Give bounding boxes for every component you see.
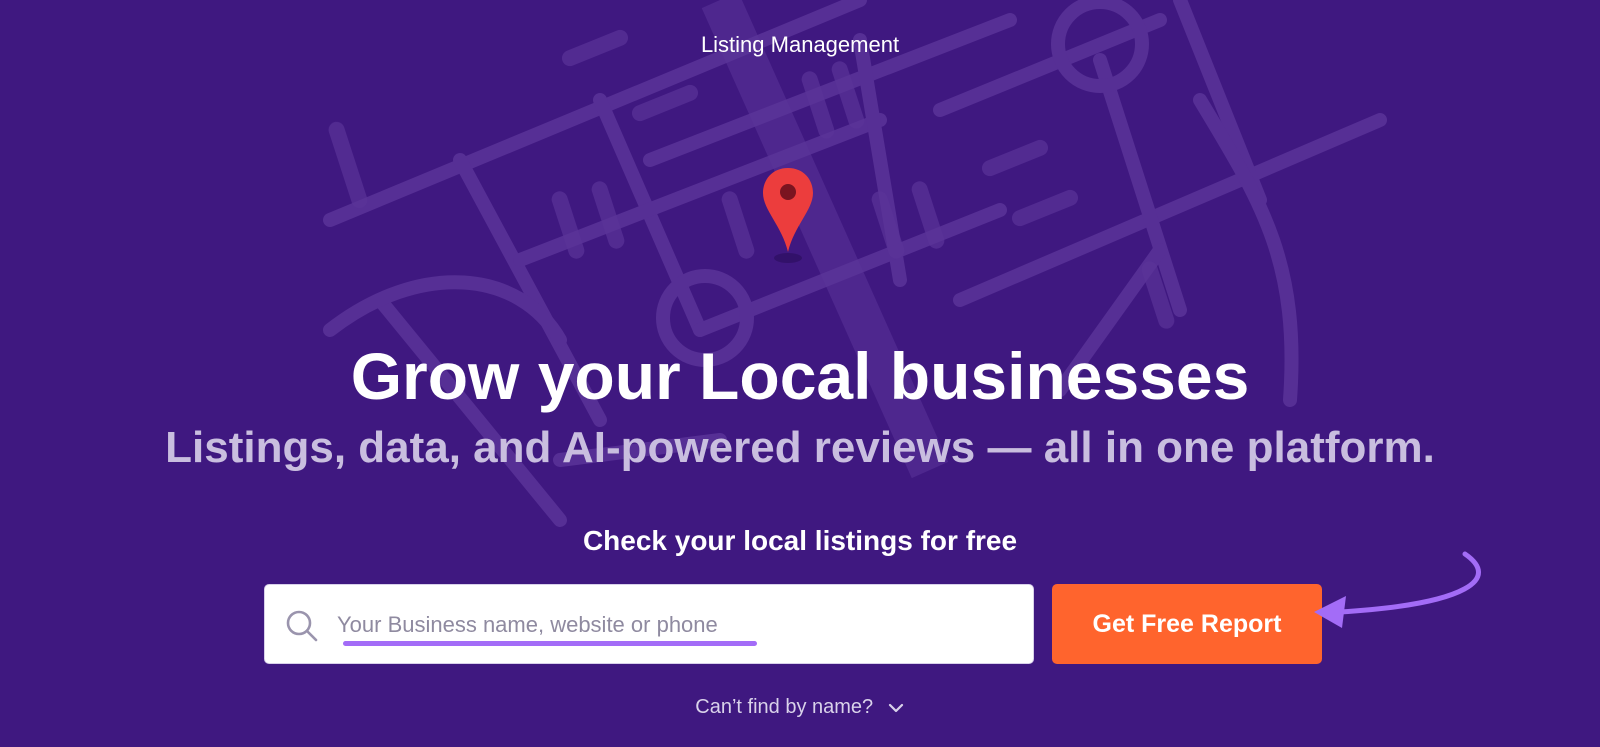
annotation-arrow-icon [1314,551,1481,628]
map-pin-icon [763,168,813,263]
get-free-report-button[interactable]: Get Free Report [1052,584,1322,664]
page-subtitle: Listings, data, and AI-powered reviews —… [165,423,1435,472]
section-label: Listing Management [700,32,900,57]
cant-find-label[interactable]: Can’t find by name? [695,696,873,718]
chevron-down-icon[interactable] [887,699,905,717]
search-icon [286,610,318,642]
page-title: Grow your Local businesses [350,339,1250,413]
placeholder-highlight-underline [343,641,757,646]
business-search-box[interactable] [264,584,1034,664]
cant-find-toggle[interactable]: Can’t find by name? [0,696,1600,719]
